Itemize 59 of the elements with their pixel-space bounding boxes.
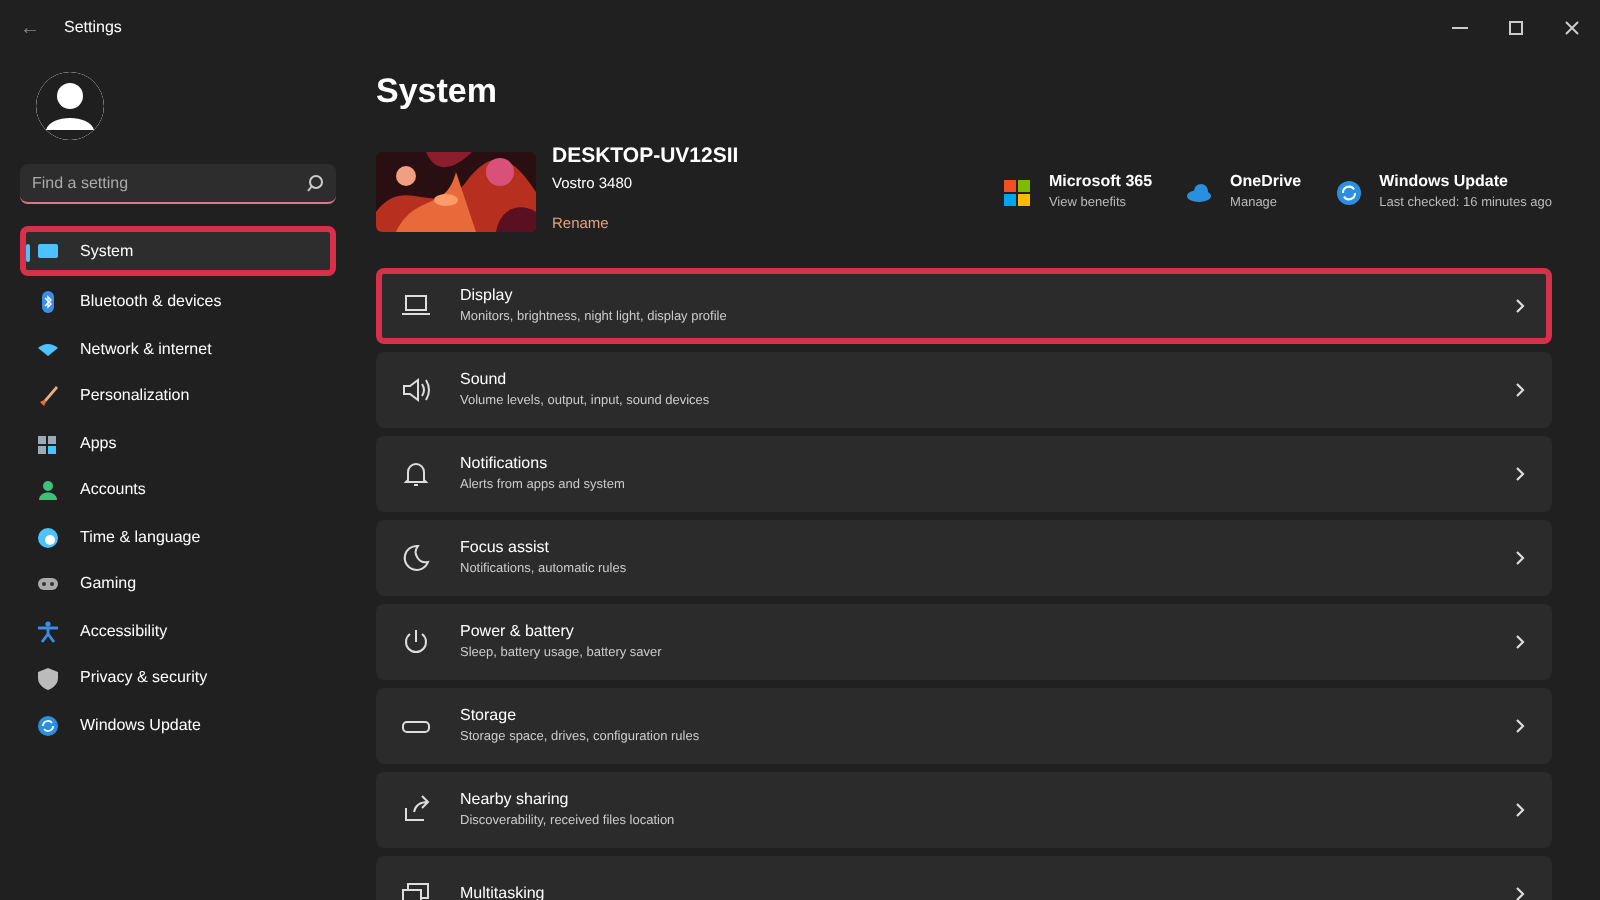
setting-title: Sound: [460, 367, 509, 392]
office-logo-icon: [1002, 177, 1033, 207]
search-icon: [306, 174, 324, 192]
setting-title: Focus assist: [460, 535, 551, 560]
monitor-icon: [36, 239, 60, 263]
bluetooth-icon: [36, 290, 60, 314]
setting-title: Multitasking: [460, 881, 547, 900]
chevron-icon: [1512, 547, 1528, 567]
settings-row[interactable]: Multitasking: [376, 855, 1552, 900]
sidebar-item[interactable]: Accessibility: [20, 610, 336, 652]
chevron-icon: [1512, 463, 1528, 483]
bell-icon: [400, 457, 432, 489]
sidebar-item[interactable]: System: [20, 226, 336, 276]
controller-icon: [36, 572, 60, 596]
chevron-icon: [1512, 715, 1528, 735]
setting-title: Storage: [460, 703, 519, 728]
search-field[interactable]: Find a setting: [20, 164, 336, 204]
maximize-icon: [1506, 18, 1526, 38]
sidebar-item[interactable]: Apps: [20, 422, 336, 464]
sidebar-item[interactable]: Accounts: [20, 469, 336, 511]
windows-stack-icon: [400, 877, 432, 900]
chevron-icon: [1512, 631, 1528, 651]
window-title: Settings: [64, 16, 122, 40]
update-icon: [36, 713, 60, 737]
sidebar-item[interactable]: Network & internet: [20, 328, 336, 370]
service-title[interactable]: OneDrive: [1230, 170, 1302, 195]
setting-title: Power & battery: [460, 619, 576, 644]
power-icon: [400, 625, 432, 657]
accessibility-icon: [36, 619, 60, 643]
sidebar-item[interactable]: Gaming: [20, 563, 336, 605]
back-button[interactable]: ←: [12, 13, 48, 43]
laptop-icon: [400, 289, 432, 321]
share-icon: [400, 793, 432, 825]
device-name: DESKTOP-UV12SII: [552, 141, 739, 171]
chevron-icon: [1512, 379, 1528, 399]
chevron-icon: [1512, 883, 1528, 900]
chevron-icon: [1512, 295, 1528, 315]
sidebar-item[interactable]: Personalization: [20, 375, 336, 417]
setting-title: Nearby sharing: [460, 787, 571, 812]
shield-icon: [36, 666, 60, 690]
apps-icon: [36, 431, 60, 455]
moon-icon: [400, 541, 432, 573]
service-title[interactable]: Microsoft 365: [1048, 170, 1153, 195]
sidebar-item[interactable]: Time & language: [20, 516, 336, 558]
brush-icon: [36, 384, 60, 408]
update-icon: [1333, 177, 1364, 207]
speaker-icon: [400, 373, 432, 405]
globe-clock-icon: [36, 525, 60, 549]
sidebar-item[interactable]: Privacy & security: [20, 657, 336, 699]
sidebar-item[interactable]: Bluetooth & devices: [20, 281, 336, 323]
service-title[interactable]: Windows Update: [1379, 170, 1552, 195]
person-icon: [36, 478, 60, 502]
avatar-icon: [36, 72, 104, 140]
setting-title: Notifications: [460, 451, 550, 476]
setting-title: Display: [460, 283, 515, 308]
close-icon: [1562, 18, 1582, 38]
chevron-icon: [1512, 799, 1528, 819]
sidebar-item[interactable]: Windows Update: [20, 704, 336, 746]
page-title: System: [376, 70, 499, 114]
